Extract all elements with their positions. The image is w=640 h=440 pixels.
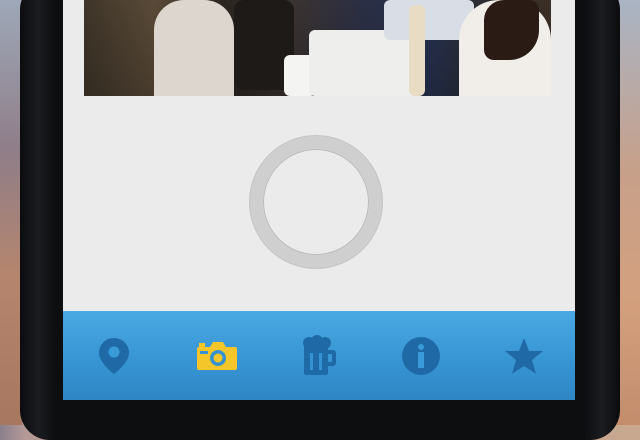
shutter-button[interactable] (250, 136, 382, 268)
photo-preview[interactable] (84, 0, 551, 96)
app-screen (63, 0, 575, 400)
tab-camera[interactable] (187, 326, 247, 386)
camera-icon (196, 341, 237, 370)
photo-bottle (409, 5, 425, 96)
tab-bar (63, 311, 575, 400)
map-pin-icon (99, 337, 130, 374)
tab-favorites[interactable] (494, 326, 554, 386)
tab-info[interactable] (391, 326, 451, 386)
info-icon (402, 336, 441, 375)
beer-mug-icon (302, 334, 336, 375)
tab-beer[interactable] (289, 326, 349, 386)
tab-map[interactable] (84, 326, 144, 386)
background-left (0, 0, 22, 425)
photo-person (154, 0, 234, 96)
star-icon (504, 337, 543, 374)
